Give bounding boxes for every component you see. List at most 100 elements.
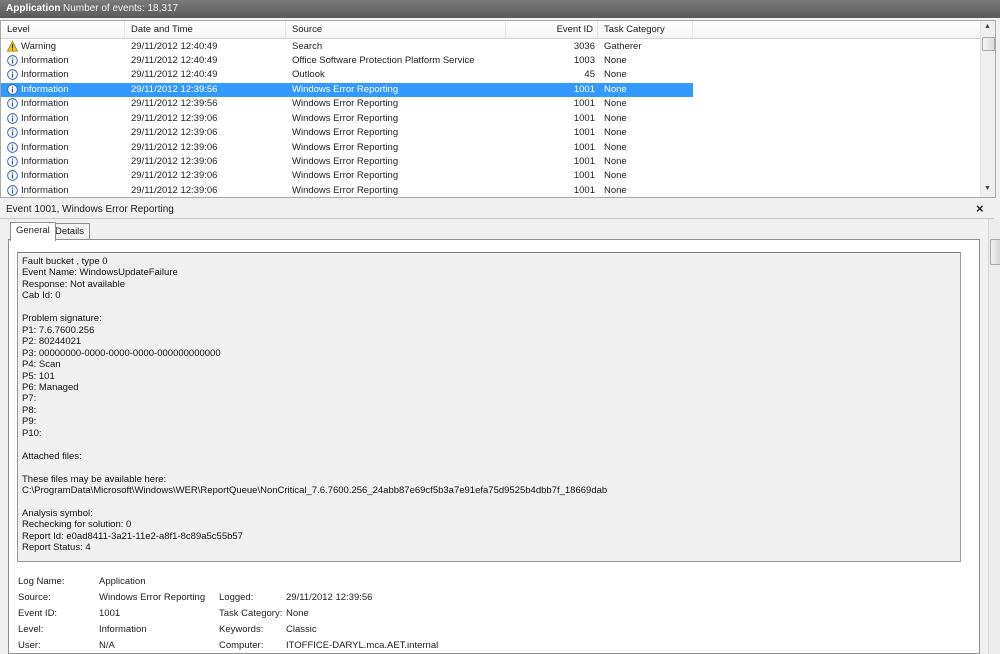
- event-row[interactable]: Information 29/11/2012 12:39:06 Windows Er…: [1, 184, 693, 197]
- column-header-source[interactable]: Source: [286, 21, 506, 38]
- event-category: None: [604, 98, 627, 110]
- scroll-up-icon[interactable]: ▲: [984, 23, 991, 30]
- info-icon: [7, 184, 18, 196]
- event-row[interactable]: Information 29/11/2012 12:39:06 Windows Er…: [1, 169, 693, 183]
- column-header-event-id[interactable]: Event ID: [506, 21, 598, 38]
- event-row[interactable]: Information 29/11/2012 12:39:56 Windows Er…: [1, 82, 693, 98]
- logged-label: Logged:: [219, 592, 254, 603]
- log-name-label: Log Name:: [18, 576, 65, 587]
- computer-label: Computer:: [219, 640, 264, 651]
- event-source: Outlook: [292, 69, 325, 81]
- event-level: Warning: [21, 40, 57, 52]
- event-row[interactable]: Information 29/11/2012 12:39:06 Windows Er…: [1, 141, 693, 155]
- info-icon: [7, 170, 18, 182]
- event-id: 1001: [573, 83, 595, 95]
- column-header-task-category[interactable]: Task Category: [598, 21, 693, 38]
- event-level: Information: [21, 55, 69, 67]
- grid-header: Level Date and Time Source Event ID Task…: [1, 21, 981, 39]
- description-box[interactable]: Fault bucket , type 0 Event Name: Window…: [17, 252, 961, 562]
- event-row[interactable]: Information 29/11/2012 12:39:06 Windows Er…: [1, 126, 693, 140]
- detail-scrollbar[interactable]: [988, 219, 1000, 654]
- event-row[interactable]: Information 29/11/2012 12:39:06 Windows Er…: [1, 155, 693, 169]
- event-category: None: [604, 127, 627, 139]
- event-level: Information: [21, 141, 69, 153]
- title-bar: Application Number of events: 18,317: [0, 0, 1000, 18]
- event-id-value[interactable]: 1001: [99, 608, 120, 619]
- info-icon: [7, 112, 18, 124]
- event-level: Information: [21, 170, 69, 182]
- info-icon: [7, 55, 18, 66]
- column-header-level[interactable]: Level: [1, 21, 125, 38]
- event-source: Windows Error Reporting: [292, 83, 399, 95]
- event-row[interactable]: Warning 29/11/2012 12:40:49 Search 3036 Gath…: [1, 40, 693, 54]
- logged-value[interactable]: 29/11/2012 12:39:56: [286, 592, 372, 603]
- events-grid[interactable]: Level Date and Time Source Event ID Task…: [0, 20, 996, 198]
- event-level: Information: [21, 155, 69, 167]
- event-category: None: [604, 83, 627, 95]
- tab-general[interactable]: General: [10, 222, 56, 241]
- detail-title: Event 1001, Windows Error Reporting: [6, 204, 174, 215]
- event-id: 1001: [573, 112, 595, 124]
- keywords-value[interactable]: Classic: [286, 624, 317, 635]
- event-id: 1001: [573, 170, 595, 182]
- event-id: 1003: [573, 55, 595, 67]
- event-date: 29/11/2012 12:40:49: [131, 40, 218, 52]
- log-name-value[interactable]: Application: [99, 576, 145, 587]
- event-level: Information: [21, 69, 69, 81]
- info-icon: [7, 141, 18, 153]
- log-title: Application: [6, 3, 61, 14]
- event-level: Information: [21, 83, 69, 95]
- event-source: Windows Error Reporting: [292, 141, 399, 153]
- event-level: Information: [21, 184, 69, 196]
- user-value[interactable]: N/A: [99, 640, 115, 651]
- event-category: None: [604, 184, 627, 196]
- event-date: 29/11/2012 12:40:49: [131, 69, 218, 81]
- event-category: None: [604, 155, 627, 167]
- event-source: Windows Error Reporting: [292, 98, 399, 110]
- event-id-label: Event ID:: [18, 608, 58, 619]
- event-row[interactable]: Information 29/11/2012 12:39:06 Windows Er…: [1, 112, 693, 126]
- event-source: Windows Error Reporting: [292, 155, 399, 167]
- event-id: 3036: [573, 40, 595, 52]
- event-row[interactable]: Information 29/11/2012 12:40:49 Office Sof…: [1, 54, 693, 68]
- source-label: Source:: [18, 592, 51, 603]
- event-level: Information: [21, 127, 69, 139]
- event-date: 29/11/2012 12:39:06: [131, 184, 218, 196]
- event-row[interactable]: Information 29/11/2012 12:39:56 Windows Er…: [1, 97, 693, 111]
- event-date: 29/11/2012 12:39:06: [131, 112, 218, 124]
- event-description[interactable]: Fault bucket , type 0 Event Name: Window…: [22, 256, 607, 554]
- close-icon[interactable]: ×: [976, 201, 984, 216]
- warning-icon: [6, 40, 19, 52]
- column-header-date[interactable]: Date and Time: [125, 21, 286, 38]
- info-icon: [7, 156, 18, 167]
- event-level: Information: [21, 98, 69, 110]
- event-source: Search: [292, 40, 323, 52]
- task-category-value[interactable]: None: [286, 608, 309, 619]
- event-id: 1001: [573, 155, 595, 167]
- event-category: Gatherer: [604, 40, 642, 52]
- detail-scrollbar-thumb[interactable]: [990, 239, 1000, 265]
- event-row[interactable]: Information 29/11/2012 12:40:49 Outlook 45 N…: [1, 68, 693, 82]
- source-value[interactable]: Windows Error Reporting: [99, 592, 205, 603]
- event-id: 1001: [573, 127, 595, 139]
- event-source: Windows Error Reporting: [292, 127, 399, 139]
- computer-value[interactable]: ITOFFICE-DARYL.mca.AET.internal: [286, 640, 438, 651]
- event-category: None: [604, 69, 627, 81]
- scrollbar-thumb[interactable]: [982, 37, 995, 51]
- event-category: None: [604, 112, 627, 124]
- event-level: Information: [21, 112, 69, 124]
- event-source: Windows Error Reporting: [292, 112, 399, 124]
- level-label: Level:: [18, 624, 44, 635]
- scroll-down-icon[interactable]: ▼: [984, 185, 991, 192]
- event-id: 1001: [573, 184, 595, 196]
- event-source: Windows Error Reporting: [292, 170, 399, 182]
- event-id: 45: [584, 69, 595, 81]
- grid-scrollbar[interactable]: ▲ ▼: [980, 21, 995, 197]
- keywords-label: Keywords:: [219, 624, 264, 635]
- event-source: Office Software Protection Platform Serv…: [292, 55, 475, 67]
- info-icon: [7, 84, 18, 95]
- event-count: Number of events: 18,317: [63, 3, 179, 14]
- level-value[interactable]: Information: [99, 624, 147, 635]
- user-label: User:: [18, 640, 41, 651]
- event-date: 29/11/2012 12:39:06: [131, 127, 218, 139]
